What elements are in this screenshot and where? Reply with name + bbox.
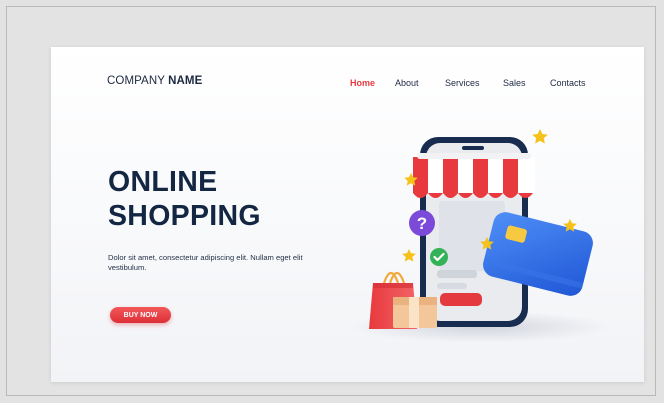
question-glyph: ? (417, 214, 427, 233)
phone-buy-button (440, 293, 482, 306)
shopping-illustration: ? (351, 129, 611, 343)
shop-awning-icon (413, 153, 535, 198)
question-mark-icon: ? (409, 210, 435, 236)
parcel-box-icon (393, 297, 437, 328)
landing-page: COMPANY NAME Home About Services Sales C… (51, 47, 644, 382)
check-badge-icon (430, 248, 448, 266)
screenshot-frame: COMPANY NAME Home About Services Sales C… (6, 6, 656, 396)
star-icon (402, 249, 416, 262)
star-icon (532, 129, 548, 144)
